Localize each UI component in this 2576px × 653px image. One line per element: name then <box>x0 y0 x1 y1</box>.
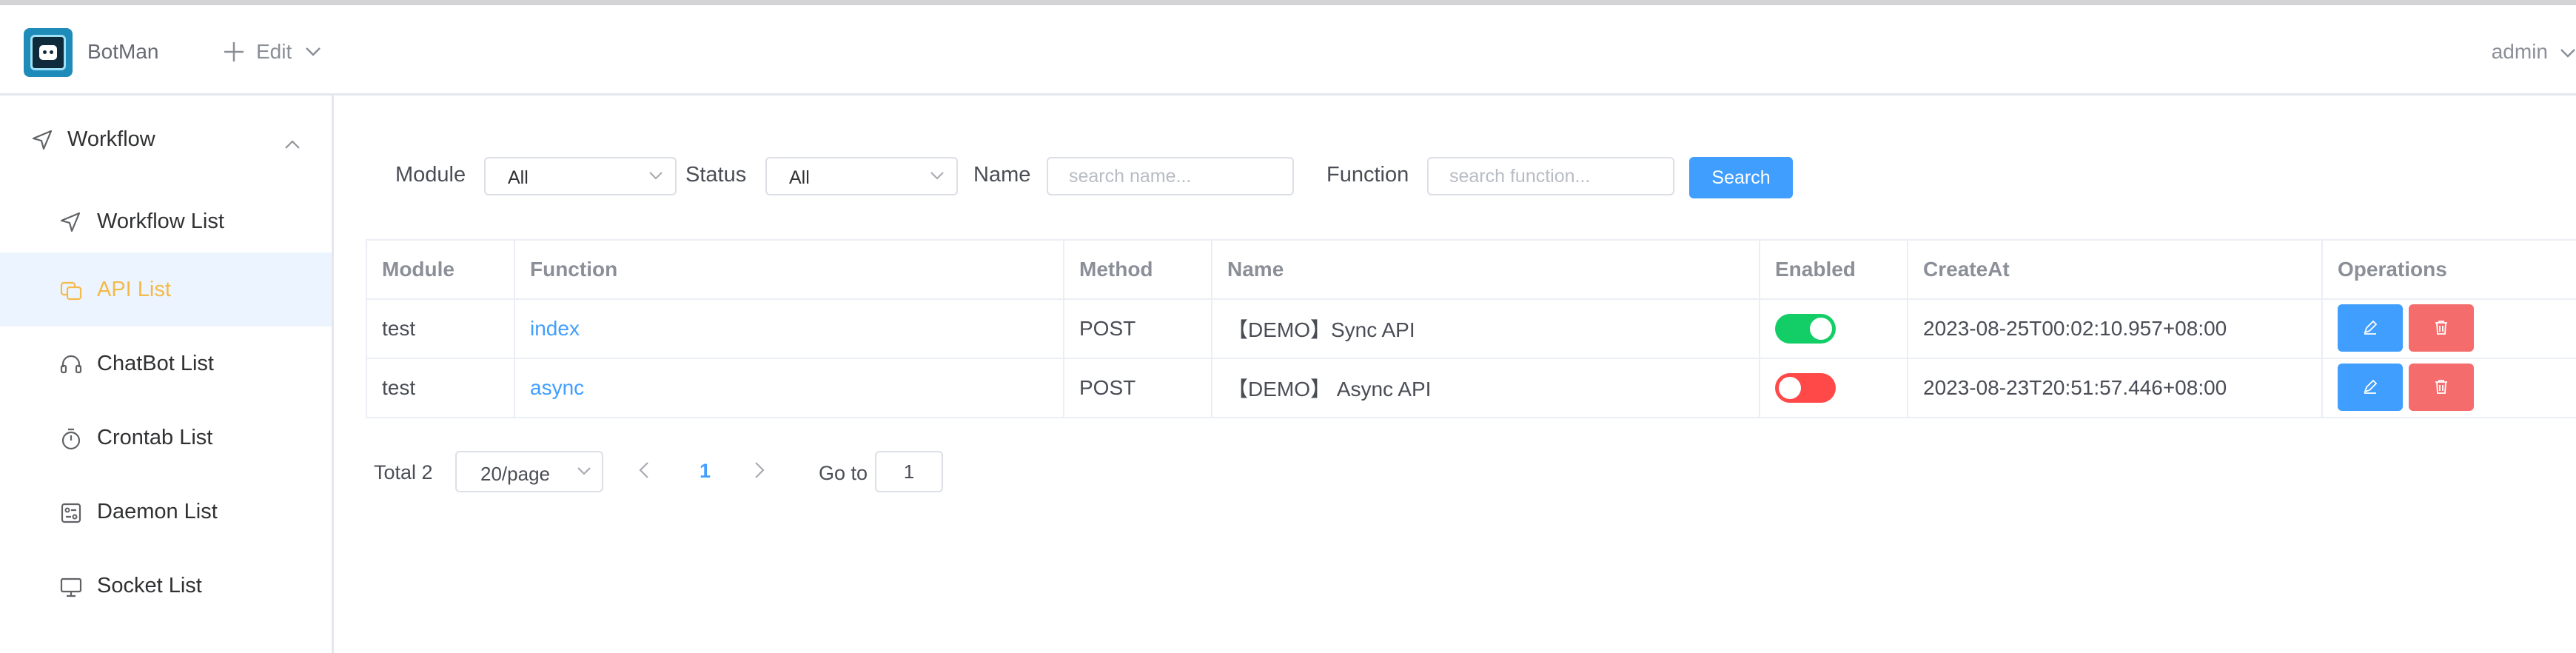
pagination-goto-label: Go to <box>819 462 868 484</box>
table-cell-name: 【DEMO】 Async API <box>1212 359 1760 418</box>
sidebar-item-label: Workflow List <box>97 210 224 233</box>
sidebar-item-label: Daemon List <box>97 500 218 523</box>
sidebar-item-chatbot-list[interactable]: ChatBot List <box>0 326 332 401</box>
table-cell-method: POST <box>1064 300 1212 359</box>
edit-icon <box>2362 378 2378 397</box>
chevron-down-icon <box>577 466 591 480</box>
column-header-method: Method <box>1064 241 1212 300</box>
name-search-input[interactable] <box>1047 157 1294 195</box>
column-header-createat: CreateAt <box>1908 241 2323 300</box>
app-logo[interactable] <box>24 28 73 77</box>
module-select[interactable]: All <box>484 157 677 195</box>
table-cell-enabled <box>1760 300 1908 359</box>
chevron-down-icon <box>648 170 663 184</box>
delete-button[interactable] <box>2409 364 2474 411</box>
edit-menu-label: Edit <box>256 40 292 63</box>
status-filter-label: Status <box>685 163 747 187</box>
delete-button[interactable] <box>2409 304 2474 352</box>
module-filter-label: Module <box>395 163 466 187</box>
app-header: BotMan Edit admin <box>0 5 2576 96</box>
column-header-operations: Operations <box>2323 241 2576 300</box>
app-name: BotMan <box>87 40 159 63</box>
edit-menu[interactable]: Edit <box>222 37 321 67</box>
column-header-name: Name <box>1212 241 1760 300</box>
table-cell-createat: 2023-08-23T20:51:57.446+08:00 <box>1908 359 2323 418</box>
api-icon <box>59 279 83 309</box>
user-name: admin <box>2491 40 2548 63</box>
chevron-right-icon[interactable] <box>754 461 765 483</box>
sidebar-item-api-list[interactable]: API List <box>0 252 332 326</box>
search-button[interactable]: Search <box>1689 157 1793 198</box>
plus-icon <box>222 40 246 64</box>
table-cell-createat: 2023-08-25T00:02:10.957+08:00 <box>1908 300 2323 359</box>
function-link[interactable]: async <box>530 376 584 400</box>
page-size-select[interactable]: 20/page <box>455 451 603 492</box>
sidebar-group-workflow[interactable]: Workflow <box>0 96 332 184</box>
chevron-up-icon <box>284 131 301 155</box>
trash-icon <box>2433 319 2449 338</box>
sidebar-item-crontab-list[interactable]: Crontab List <box>0 401 332 475</box>
pagination-current-page[interactable]: 1 <box>700 460 711 483</box>
monitor-icon <box>59 575 83 605</box>
chevron-down-icon <box>305 47 321 57</box>
user-menu[interactable]: admin <box>2492 37 2576 67</box>
table-cell-operations <box>2323 300 2576 359</box>
timer-icon <box>59 427 83 457</box>
sidebar-group-label: Workflow <box>67 127 155 151</box>
module-select-value: All <box>508 167 529 188</box>
robot-icon <box>30 35 66 70</box>
sidebar: Workflow Workflow List API List ChatBot … <box>0 96 334 653</box>
sidebar-item-daemon-list[interactable]: Daemon List <box>0 475 332 549</box>
sidebar-item-label: Socket List <box>97 574 202 597</box>
send-icon <box>31 129 53 157</box>
name-filter-label: Name <box>973 163 1031 187</box>
table-cell-method: POST <box>1064 359 1212 418</box>
chevron-down-icon <box>2560 40 2576 64</box>
function-link[interactable]: index <box>530 317 580 341</box>
column-header-module: Module <box>367 241 515 300</box>
edit-button[interactable] <box>2338 364 2403 411</box>
table-cell-module: test <box>367 300 515 359</box>
headset-icon <box>59 353 83 383</box>
table-cell-function: async <box>515 359 1064 418</box>
column-header-function: Function <box>515 241 1064 300</box>
send-icon <box>59 211 81 239</box>
table-cell-enabled <box>1760 359 1908 418</box>
trash-icon <box>2433 378 2449 397</box>
edit-icon <box>2362 319 2378 338</box>
chevron-left-icon[interactable] <box>638 461 650 483</box>
edit-button[interactable] <box>2338 304 2403 352</box>
status-select[interactable]: All <box>765 157 958 195</box>
enabled-toggle[interactable] <box>1775 373 1836 403</box>
pagination-goto-input[interactable] <box>875 451 943 492</box>
column-header-enabled: Enabled <box>1760 241 1908 300</box>
sidebar-item-label: API List <box>97 278 171 301</box>
sidebar-item-socket-list[interactable]: Socket List <box>0 549 332 623</box>
api-table: Module Function Method Name Enabled Crea… <box>366 239 2576 418</box>
function-search-input[interactable] <box>1427 157 1674 195</box>
sidebar-item-label: Crontab List <box>97 426 213 449</box>
function-filter-label: Function <box>1326 163 1409 187</box>
pagination-total: Total 2 <box>374 461 433 483</box>
table-cell-function: index <box>515 300 1064 359</box>
enabled-toggle[interactable] <box>1775 314 1836 344</box>
daemon-icon <box>59 501 83 531</box>
chevron-down-icon <box>930 170 945 184</box>
sidebar-item-label: ChatBot List <box>97 352 214 375</box>
table-cell-name: 【DEMO】Sync API <box>1212 300 1760 359</box>
sidebar-item-workflow-list[interactable]: Workflow List <box>0 184 332 258</box>
page-size-value: 20/page <box>480 463 550 485</box>
window-top-border <box>0 0 2576 5</box>
table-cell-module: test <box>367 359 515 418</box>
status-select-value: All <box>789 167 810 188</box>
table-cell-operations <box>2323 359 2576 418</box>
